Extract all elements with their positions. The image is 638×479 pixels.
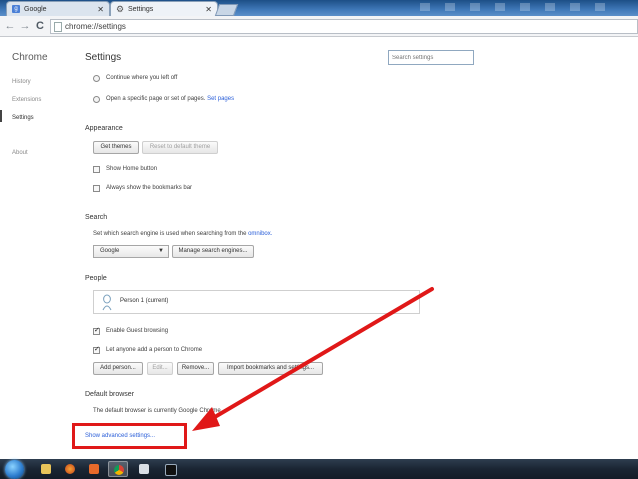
url-text: chrome://settings — [65, 22, 126, 31]
add-person-button[interactable]: Add person... — [93, 362, 143, 375]
search-description-text: Set which search engine is used when sea… — [93, 231, 247, 237]
page-icon — [54, 22, 62, 32]
chrome-icon[interactable] — [108, 461, 128, 477]
close-tab-icon[interactable]: ✕ — [205, 2, 212, 17]
reload-icon[interactable]: C — [33, 18, 47, 34]
firefox-icon[interactable] — [60, 461, 80, 477]
reset-theme-button[interactable]: Reset to default theme — [142, 141, 218, 154]
tab-settings[interactable]: ⚙ Settings ✕ — [110, 1, 218, 16]
page-title: Settings — [85, 52, 122, 63]
sidebar-item-about[interactable]: About — [12, 150, 28, 156]
sidebar-title: Chrome — [12, 52, 48, 63]
browser-toolbar: ← → C chrome://settings — [0, 16, 638, 37]
manage-search-engines-button[interactable]: Manage search engines... — [172, 245, 254, 258]
dropdown-arrow-icon: ▼ — [158, 248, 164, 254]
people-heading: People — [85, 275, 107, 282]
let-anyone-checkbox[interactable]: ✓ — [93, 346, 100, 354]
omnibox-link[interactable]: omnibox. — [248, 231, 272, 237]
remove-person-button[interactable]: Remove... — [177, 362, 214, 375]
edit-person-button[interactable]: Edit... — [147, 362, 173, 375]
search-engine-select[interactable]: Google ▼ — [93, 245, 169, 258]
radio-specific-pages[interactable] — [93, 96, 100, 103]
search-engine-value: Google — [100, 248, 120, 254]
forward-arrow-icon[interactable]: → — [18, 18, 32, 34]
sidebar-active-marker — [0, 110, 2, 122]
appearance-heading: Appearance — [85, 125, 123, 132]
sidebar-item-history[interactable]: History — [12, 79, 31, 85]
sidebar-item-extensions[interactable]: Extensions — [12, 97, 41, 103]
option-specific-text: Open a specific page or set of pages. — [106, 96, 206, 102]
back-arrow-icon[interactable]: ← — [3, 18, 17, 34]
annotation-highlight-box — [72, 423, 187, 449]
set-pages-link[interactable]: Set pages — [207, 96, 234, 102]
person-avatar-icon — [102, 294, 112, 311]
media-player-icon[interactable] — [84, 461, 104, 477]
default-browser-description: The default browser is currently Google … — [93, 408, 223, 414]
import-bookmarks-button[interactable]: Import bookmarks and settings... — [218, 362, 323, 375]
tab-google[interactable]: g Google ✕ — [6, 1, 110, 16]
person-list[interactable]: Person 1 (current) — [93, 290, 420, 314]
search-description: Set which search engine is used when sea… — [93, 231, 272, 237]
person-name: Person 1 (current) — [120, 298, 169, 304]
window-frame-decoration — [420, 3, 620, 11]
address-bar[interactable]: chrome://settings — [50, 19, 638, 34]
default-browser-heading: Default browser — [85, 391, 135, 398]
option-specific-pages-label: Open a specific page or set of pages. Se… — [106, 96, 234, 102]
search-heading: Search — [85, 214, 108, 221]
sidebar-item-settings[interactable]: Settings — [12, 115, 34, 121]
notepad-icon[interactable] — [134, 461, 154, 477]
show-bookmarks-label: Always show the bookmarks bar — [106, 185, 193, 191]
let-anyone-label: Let anyone add a person to Chrome — [106, 347, 203, 353]
option-continue-label: Continue where you left off — [106, 75, 178, 81]
show-bookmarks-checkbox[interactable] — [93, 185, 100, 192]
guest-browsing-label: Enable Guest browsing — [106, 328, 169, 334]
radio-continue[interactable] — [93, 75, 100, 82]
get-themes-button[interactable]: Get themes — [93, 141, 139, 154]
settings-gear-icon: ⚙ — [116, 4, 125, 14]
google-favicon-icon: g — [12, 5, 20, 13]
search-settings-input[interactable] — [388, 50, 474, 65]
show-home-checkbox[interactable] — [93, 166, 100, 173]
tab-title: Settings — [128, 6, 154, 13]
tab-title: Google — [24, 6, 47, 13]
guest-browsing-checkbox[interactable]: ✓ — [93, 327, 100, 335]
show-home-label: Show Home button — [106, 166, 158, 172]
windows-start-icon[interactable] — [5, 460, 24, 479]
close-tab-icon[interactable]: ✕ — [97, 2, 104, 17]
file-explorer-icon[interactable] — [36, 461, 56, 477]
cmd-icon[interactable] — [160, 461, 180, 477]
